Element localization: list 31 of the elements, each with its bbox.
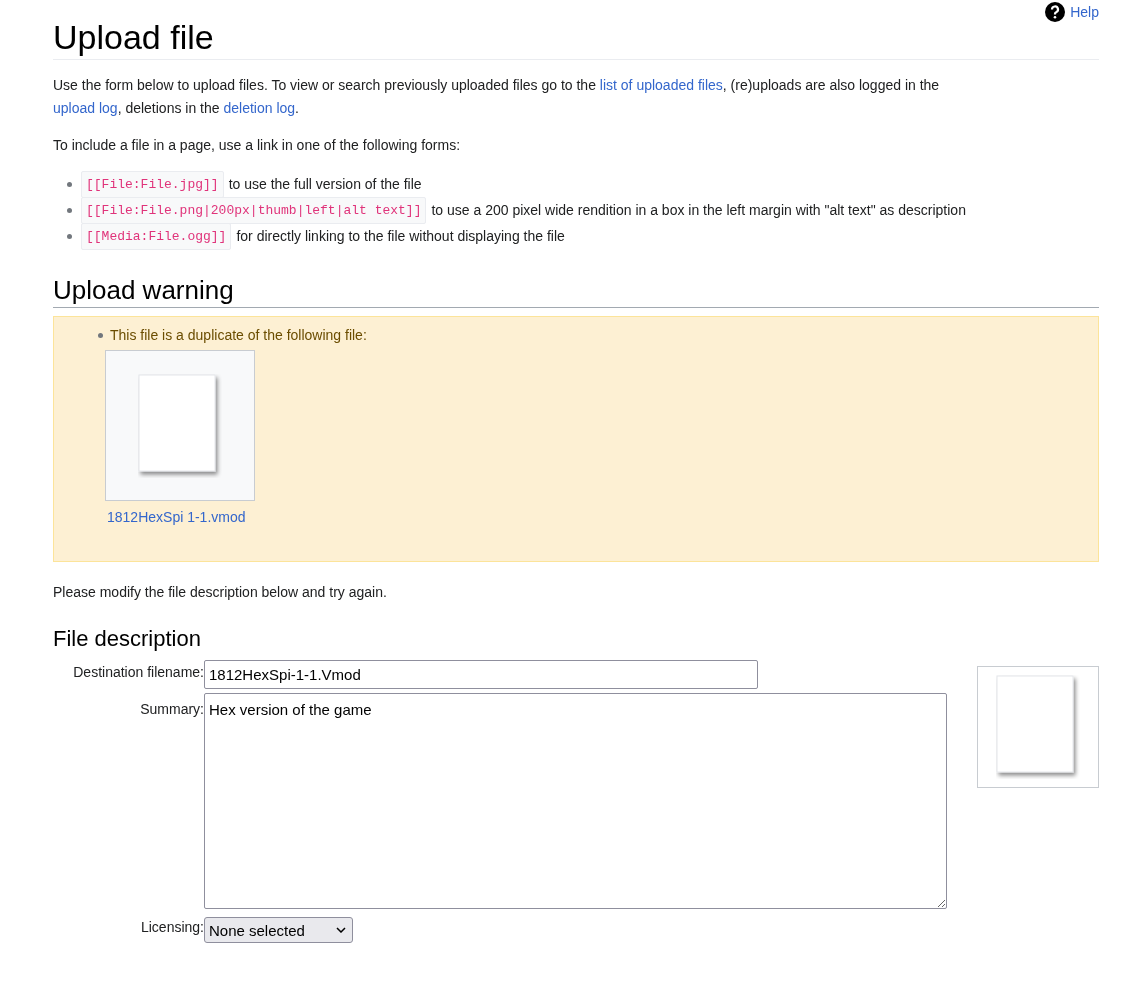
help-link[interactable]: Help — [1045, 1, 1099, 23]
file-link[interactable]: 1812HexSpi 1-1.vmod — [107, 509, 246, 525]
field-label: Licensing: — [139, 919, 204, 935]
heading: Upload file — [53, 17, 215, 58]
text-field[interactable]: 1812HexSpi-1-1.Vmod — [204, 660, 758, 689]
warning-message: This file is a duplicate of the following file: — [110, 327, 367, 343]
caret-icon — [336, 927, 346, 933]
intro-paragraph: Use the form below to upload files. To view or search previously uploaded files go to the list of uploaded files, (re)uploads are also logged in the upload log, deletions in the deletion log. — [53, 76, 941, 118]
instruction-text: To include a file in a page, use a link in one of the following forms: — [53, 136, 462, 155]
text-link[interactable]: list of uploaded files — [599, 77, 723, 93]
field-label: Summary: — [139, 701, 204, 717]
usage-description: to use a 200 pixel wide rendition in a box in the left margin with "alt text" as description — [431, 200, 966, 220]
text-link[interactable]: upload log — [53, 100, 118, 116]
field-label: Destination filename: — [72, 664, 204, 680]
bullet-icon — [67, 182, 72, 187]
licensing-dropdown[interactable]: None selected — [204, 917, 353, 943]
bullet-icon — [67, 208, 72, 213]
usage-description: for directly linking to the file without displaying the file — [236, 226, 565, 246]
heading: File description — [53, 625, 202, 653]
thumbnail-frame[interactable] — [105, 350, 255, 501]
bullet-icon — [98, 332, 103, 338]
text-link[interactable]: deletion log — [223, 100, 296, 116]
code-snippet: [[File:File.png|200px|thumb|left|alt text]] — [81, 196, 427, 224]
code-snippet: [[Media:File.ogg]] — [81, 222, 232, 250]
heading: Upload warning — [53, 274, 235, 307]
notice-text: Please modify the file description below and try again. — [53, 583, 388, 602]
summary-field[interactable]: Hex version of the game — [204, 693, 947, 909]
bullet-icon — [67, 234, 72, 239]
usage-description: to use the full version of the file — [228, 174, 422, 194]
code-snippet: [[File:File.jpg]] — [81, 170, 224, 198]
help-icon — [1045, 2, 1066, 22]
